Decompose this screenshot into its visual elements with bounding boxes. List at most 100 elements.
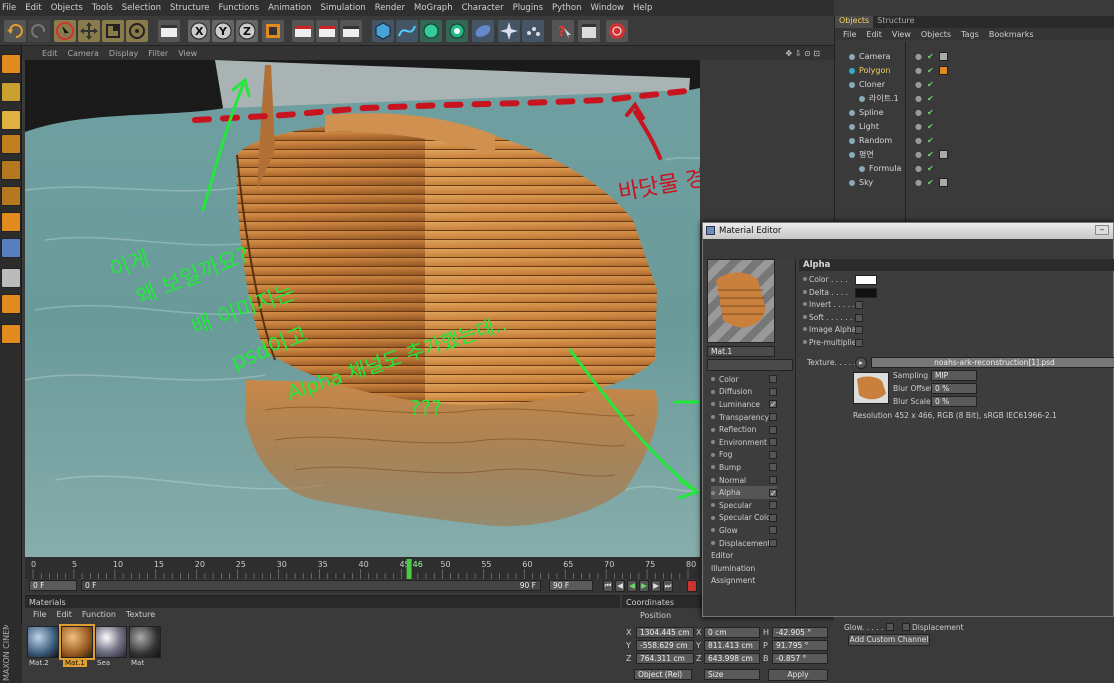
object-tag-icon[interactable] bbox=[939, 150, 948, 159]
move-icon[interactable] bbox=[78, 20, 100, 42]
axis-mode-icon[interactable] bbox=[1, 134, 21, 154]
object-row[interactable]: Light ● ✔ bbox=[843, 120, 1113, 133]
scene-icon[interactable] bbox=[498, 20, 520, 42]
menu-item-structure[interactable]: Structure bbox=[170, 3, 210, 13]
material-name-field[interactable]: Mat.1 bbox=[707, 346, 775, 357]
visibility-dots-icon[interactable]: ● bbox=[915, 164, 922, 173]
render-settings-icon[interactable] bbox=[340, 20, 362, 42]
enable-check-icon[interactable]: ✔ bbox=[927, 164, 934, 173]
visibility-dots-icon[interactable]: ● bbox=[915, 66, 922, 75]
render-view-icon[interactable] bbox=[292, 20, 314, 42]
channel-checkbox[interactable] bbox=[769, 501, 777, 510]
object-name[interactable]: Random bbox=[859, 136, 915, 145]
prev-frame-icon[interactable]: ◀ bbox=[615, 580, 625, 592]
objects-menu-objects[interactable]: Objects bbox=[921, 30, 951, 39]
alpha-prop-checkbox[interactable] bbox=[855, 338, 863, 347]
viewport-nav-icon[interactable]: ✥ ⇩ ⊙ ⊡ bbox=[786, 49, 820, 58]
channel-reflection[interactable]: Reflection bbox=[711, 423, 777, 436]
z-axis-icon[interactable]: Z bbox=[236, 20, 258, 42]
frame-range-slider[interactable]: 0 F 90 F bbox=[81, 580, 541, 591]
object-row[interactable]: Formula ● ✔ bbox=[843, 162, 1113, 175]
channel-checkbox[interactable] bbox=[769, 450, 777, 459]
texture-menu-arrow[interactable]: ▸ bbox=[855, 357, 867, 369]
object-name[interactable]: 평면 bbox=[859, 149, 915, 160]
menu-item-file[interactable]: File bbox=[2, 3, 16, 13]
checker-icon[interactable] bbox=[1, 268, 21, 288]
channel-checkbox[interactable] bbox=[769, 539, 777, 548]
timeline-ruler[interactable]: 0 5 10 15 20 25 30 35 40 45 50 55 60 65 70 75 8046 bbox=[25, 557, 700, 579]
channel-checkbox[interactable] bbox=[769, 526, 777, 535]
object-row[interactable]: 평면 ● ✔ bbox=[843, 148, 1113, 161]
visibility-dots-icon[interactable]: ● bbox=[915, 52, 922, 61]
enable-check-icon[interactable]: ✔ bbox=[927, 136, 934, 145]
menu-item-edit[interactable]: Edit bbox=[25, 3, 41, 13]
color-swatch[interactable] bbox=[855, 275, 877, 285]
position-field-x[interactable]: 1304.445 cm bbox=[636, 627, 694, 638]
object-row[interactable]: Cloner ● ✔ bbox=[843, 78, 1113, 91]
y-axis-icon[interactable]: Y bbox=[212, 20, 234, 42]
objects-menu-bookmarks[interactable]: Bookmarks bbox=[989, 30, 1034, 39]
channel-alpha[interactable]: Alpha ✓ bbox=[711, 486, 777, 499]
channel-diffusion[interactable]: Diffusion bbox=[711, 386, 777, 399]
channel-checkbox[interactable] bbox=[769, 413, 777, 422]
object-tag-icon[interactable] bbox=[939, 66, 948, 75]
coord-mode-select[interactable]: Object (Rel) bbox=[634, 669, 692, 680]
channel-environment[interactable]: Environment bbox=[711, 436, 777, 449]
snap-icon[interactable] bbox=[1, 294, 21, 314]
texture-file-field[interactable]: noahs-ark-reconstruction[1].psd bbox=[871, 357, 1114, 368]
alpha-prop-checkbox[interactable] bbox=[855, 326, 863, 334]
menu-item-tools[interactable]: Tools bbox=[92, 3, 113, 13]
channel-checkbox[interactable] bbox=[769, 425, 777, 434]
objects-menu-tags[interactable]: Tags bbox=[961, 30, 979, 39]
object-tag-icon[interactable] bbox=[939, 178, 948, 187]
position-field-y[interactable]: -558.629 cm bbox=[636, 640, 694, 651]
start-frame-field[interactable]: 0 F bbox=[29, 580, 77, 591]
workplane-icon[interactable] bbox=[1, 324, 21, 344]
channel-color[interactable]: Color bbox=[711, 373, 777, 386]
goto-end-icon[interactable]: ⏭ bbox=[663, 580, 673, 592]
materials-menu-texture[interactable]: Texture bbox=[126, 610, 155, 619]
web-icon[interactable] bbox=[606, 20, 628, 42]
enable-check-icon[interactable]: ✔ bbox=[927, 178, 934, 187]
object-row[interactable]: 라이트.1 ● ✔ bbox=[843, 92, 1113, 105]
visibility-dots-icon[interactable]: ● bbox=[915, 150, 922, 159]
channel-editor[interactable]: Editor bbox=[711, 549, 777, 562]
array-icon[interactable] bbox=[446, 20, 468, 42]
timeline[interactable]: 0 5 10 15 20 25 30 35 40 45 50 55 60 65 70 75 80 46 bbox=[25, 557, 700, 579]
channel-glow[interactable]: Glow bbox=[711, 524, 777, 537]
spline-icon[interactable] bbox=[396, 20, 418, 42]
size-field-y[interactable]: 811.413 cm bbox=[704, 640, 760, 651]
sampling-select[interactable]: MIP bbox=[931, 370, 977, 381]
object-name[interactable]: Sky bbox=[859, 178, 915, 187]
rotate-icon[interactable] bbox=[126, 20, 148, 42]
channel-illumination[interactable]: Illumination bbox=[711, 562, 777, 575]
enable-check-icon[interactable]: ✔ bbox=[927, 52, 934, 61]
channel-checkbox[interactable]: ✓ bbox=[769, 488, 777, 497]
menu-item-window[interactable]: Window bbox=[590, 3, 624, 13]
visibility-dots-icon[interactable]: ● bbox=[915, 94, 922, 103]
viewport-layout-icon[interactable] bbox=[1, 54, 21, 74]
enable-check-icon[interactable]: ✔ bbox=[927, 80, 934, 89]
object-name[interactable]: Camera bbox=[859, 52, 915, 61]
menu-item-mograph[interactable]: MoGraph bbox=[414, 3, 453, 13]
record-icon[interactable] bbox=[687, 580, 697, 592]
alpha-prop-checkbox[interactable] bbox=[855, 313, 863, 322]
size-field-x[interactable]: 0 cm bbox=[704, 627, 760, 638]
goto-start-icon[interactable]: ⏮ bbox=[603, 580, 613, 592]
menu-item-selection[interactable]: Selection bbox=[122, 3, 161, 13]
particle-icon[interactable] bbox=[522, 20, 544, 42]
material-editor-titlebar[interactable]: Material Editor – bbox=[703, 223, 1113, 239]
coordinate-system-icon[interactable] bbox=[262, 20, 284, 42]
edges-mode-icon[interactable] bbox=[1, 186, 21, 206]
scale-icon[interactable] bbox=[102, 20, 124, 42]
visibility-dots-icon[interactable]: ● bbox=[915, 80, 922, 89]
visibility-dots-icon[interactable]: ● bbox=[915, 178, 922, 187]
nurbs-icon[interactable] bbox=[420, 20, 442, 42]
channel-checkbox[interactable] bbox=[769, 387, 777, 396]
channel-checkbox[interactable] bbox=[769, 375, 777, 384]
viewport-menu-edit[interactable]: Edit bbox=[42, 49, 58, 58]
channel-checkbox[interactable] bbox=[769, 513, 777, 522]
object-name[interactable]: Spline bbox=[859, 108, 915, 117]
apply-button[interactable]: Apply bbox=[768, 669, 828, 681]
texture-thumbnail[interactable] bbox=[853, 372, 889, 404]
